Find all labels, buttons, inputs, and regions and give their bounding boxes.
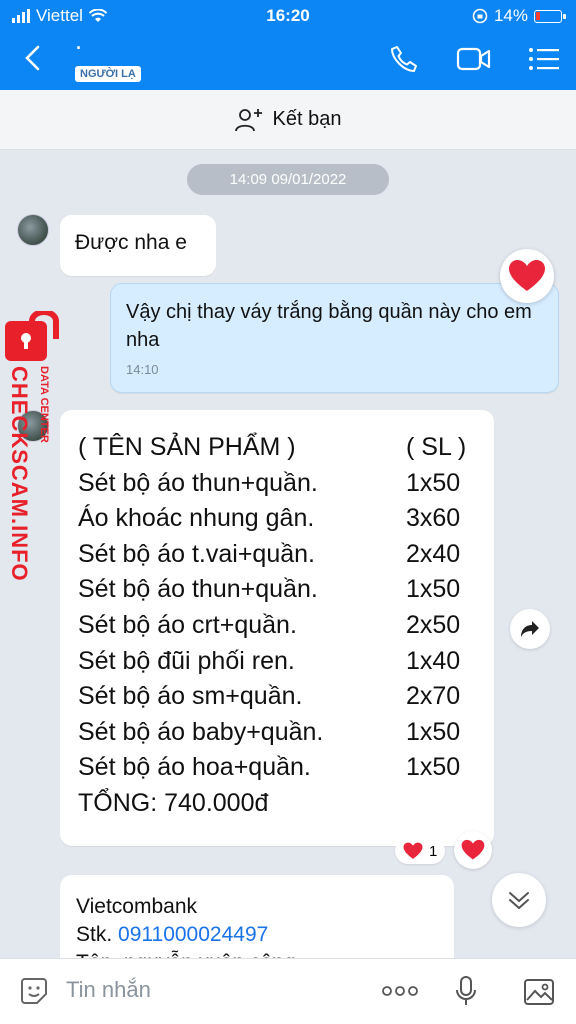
chat-header: Viettel 16:20 14% · NGƯỜI LẠ: [0, 0, 576, 90]
my-message-bubble[interactable]: Vậy chị thay váy trắng bằng quần này cho…: [110, 283, 559, 393]
sticker-icon: [21, 978, 47, 1004]
item-qty: 1x50: [406, 753, 461, 782]
item-name: Sét bộ đũi phối ren.: [78, 646, 295, 675]
orientation-lock-icon: [472, 8, 488, 24]
list-item: Sét bộ áo t.vai+quần. 2x40: [78, 537, 476, 573]
message-bubble[interactable]: Được nha e: [60, 215, 216, 276]
battery-percent: 14%: [493, 6, 528, 25]
avatar[interactable]: [17, 214, 49, 246]
item-name: Sét bộ áo hoa+quần.: [78, 753, 311, 782]
item-qty: 1x50: [406, 575, 461, 604]
list-item: Sét bộ áo thun+quần. 1x50: [78, 572, 476, 608]
add-friend-button[interactable]: Kết bạn: [0, 90, 576, 150]
forward-button[interactable]: [510, 609, 550, 649]
reaction-summary[interactable]: 1: [395, 838, 446, 864]
heart-icon: [461, 839, 485, 860]
list-menu-icon: [529, 48, 559, 70]
status-bar: Viettel 16:20 14%: [0, 6, 576, 26]
message-input-bar: Tin nhắn: [0, 958, 576, 1024]
item-name: Sét bộ áo t.vai+quần.: [78, 539, 315, 568]
video-call-button[interactable]: [456, 42, 492, 76]
item-qty: 2x50: [406, 610, 461, 639]
date-separator: 14:09 09/01/2022: [187, 164, 389, 195]
heart-reaction-button[interactable]: [500, 249, 554, 303]
heart-reaction-button[interactable]: [454, 831, 492, 869]
chevron-left-icon: [25, 45, 40, 71]
item-qty: 1x50: [406, 717, 461, 746]
account-number-link[interactable]: 0911000024497: [118, 923, 268, 946]
item-qty: 1x40: [406, 646, 461, 675]
add-friend-label: Kết bạn: [272, 108, 342, 130]
watermark-text: CHECKSCAM.INFO: [7, 366, 32, 582]
scroll-to-bottom-button[interactable]: [492, 873, 546, 927]
list-header-qty: ( SL ): [406, 433, 467, 461]
item-name: Áo khoác nhung gân.: [78, 504, 315, 533]
message-input[interactable]: Tin nhắn: [66, 977, 151, 1003]
list-item: Sét bộ áo crt+quần. 2x50: [78, 608, 476, 644]
message-text: Vậy chị thay váy trắng bằng quần này cho…: [126, 301, 532, 351]
item-qty: 2x70: [406, 682, 461, 711]
back-button[interactable]: [14, 38, 50, 78]
message-time: 14:10: [126, 362, 159, 377]
account-label: Stk.: [76, 923, 113, 946]
contact-name[interactable]: ·: [76, 38, 82, 59]
list-header-name: ( TÊN SẢN PHẨM ): [78, 433, 296, 461]
item-name: Sét bộ áo crt+quần.: [78, 610, 297, 639]
gallery-button[interactable]: [520, 973, 560, 1009]
list-item: Sét bộ áo thun+quần. 1x50: [78, 466, 476, 502]
item-name: Sét bộ áo thun+quần.: [78, 468, 318, 497]
menu-button[interactable]: [526, 42, 562, 76]
product-items: Sét bộ áo thun+quần. 1x50 Áo khoác nhung g…: [78, 466, 476, 786]
list-item: Sét bộ đũi phối ren. 1x40: [78, 644, 476, 680]
double-chevron-down-icon: [509, 892, 529, 910]
bank-info-message[interactable]: Vietcombank Stk. 0911000024497 Tên. nguy…: [60, 875, 454, 965]
product-list-message[interactable]: ( TÊN SẢN PHẨM ) ( SL ) Sét bộ áo thun+q…: [60, 410, 494, 846]
item-name: Sét bộ áo thun+quần.: [78, 575, 318, 604]
item-qty: 1x50: [406, 468, 461, 497]
add-user-icon: [234, 108, 262, 131]
stranger-badge: NGƯỜI LẠ: [75, 66, 141, 82]
call-button[interactable]: [386, 42, 422, 76]
message-text: Được nha e: [75, 231, 187, 254]
list-item: Sét bộ áo baby+quần. 1x50: [78, 715, 476, 751]
more-options-button[interactable]: [380, 973, 420, 1009]
share-arrow-icon: [521, 621, 539, 637]
bank-name: Vietcombank: [76, 895, 198, 918]
list-item: Sét bộ áo sm+quần. 2x70: [78, 679, 476, 715]
item-qty: 2x40: [406, 539, 461, 568]
lock-watermark-icon: [5, 311, 59, 361]
item-name: Sét bộ áo baby+quần.: [78, 717, 324, 746]
item-qty: 3x60: [406, 504, 461, 533]
microphone-icon: [456, 976, 476, 1005]
list-item: Áo khoác nhung gân. 3x60: [78, 501, 476, 537]
battery-icon: [534, 9, 566, 23]
list-header: ( TÊN SẢN PHẨM ) ( SL ): [78, 430, 476, 466]
total-line: TỔNG: 740.000đ: [78, 788, 269, 817]
item-name: Sét bộ áo sm+quần.: [78, 682, 303, 711]
video-camera-icon: [456, 47, 491, 71]
more-dots-icon: [382, 986, 418, 996]
phone-icon: [391, 46, 417, 72]
sticker-button[interactable]: [14, 973, 54, 1009]
heart-icon: [403, 842, 423, 859]
voice-button[interactable]: [446, 973, 486, 1009]
heart-icon: [509, 260, 545, 291]
watermark-subtext: DATA CENTER: [38, 366, 50, 443]
list-item: Sét bộ áo hoa+quần. 1x50: [78, 750, 476, 786]
reaction-count: 1: [429, 842, 438, 860]
image-icon: [524, 979, 554, 1005]
